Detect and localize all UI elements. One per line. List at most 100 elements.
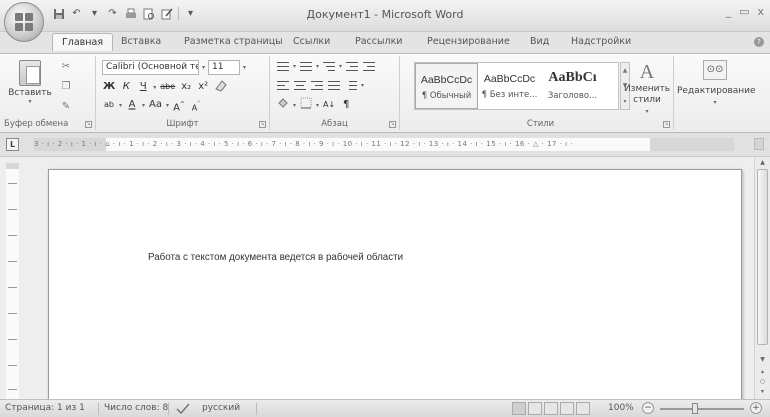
- close-button[interactable]: x: [757, 5, 764, 18]
- paragraph-launcher-icon[interactable]: ↘: [389, 121, 396, 128]
- style-normal[interactable]: AaBbCcDc ¶ Обычный: [415, 63, 478, 109]
- line-spacing-icon[interactable]: [344, 79, 358, 91]
- justify-icon[interactable]: [327, 79, 341, 91]
- change-styles-button[interactable]: A Изменить стили ▾: [622, 60, 672, 117]
- decrease-indent-icon[interactable]: [345, 60, 359, 72]
- editing-dropdown-icon: ▾: [713, 99, 717, 106]
- scroll-up-icon[interactable]: ▲: [757, 158, 768, 167]
- cut-icon[interactable]: ✂: [60, 61, 72, 73]
- highlight-dropdown-icon[interactable]: ▾: [119, 102, 122, 109]
- full-screen-reading-view-icon[interactable]: [528, 402, 542, 415]
- highlight-icon[interactable]: ab: [102, 97, 116, 113]
- proofing-icon[interactable]: [176, 403, 190, 417]
- font-color-dropdown-icon[interactable]: ▾: [142, 102, 145, 109]
- outline-view-icon[interactable]: [560, 402, 574, 415]
- underline-button[interactable]: Ч: [136, 79, 150, 95]
- grow-font-button[interactable]: A^: [172, 97, 186, 113]
- copy-icon[interactable]: ❐: [60, 81, 72, 93]
- help-icon[interactable]: ?: [754, 37, 764, 47]
- sort-icon[interactable]: A↓: [322, 97, 336, 113]
- zoom-slider-thumb[interactable]: [692, 403, 698, 414]
- tab-references[interactable]: Ссылки: [293, 36, 330, 47]
- font-name-combo[interactable]: Calibri (Основной те: [102, 60, 199, 75]
- vertical-ruler[interactable]: [6, 163, 19, 399]
- subscript-button[interactable]: x₂: [179, 79, 193, 95]
- web-layout-view-icon[interactable]: [544, 402, 558, 415]
- strikethrough-button[interactable]: abe: [159, 79, 176, 95]
- zoom-slider-track[interactable]: [660, 408, 744, 410]
- style-heading-name: Заголово...: [547, 91, 598, 101]
- increase-indent-icon[interactable]: [362, 60, 376, 72]
- clear-formatting-icon[interactable]: [213, 79, 229, 95]
- office-button[interactable]: [4, 2, 44, 42]
- status-bar: Страница: 1 из 1 Число слов: 8 русский 1…: [0, 399, 770, 417]
- editing-button[interactable]: ⊙⊙ Редактирование ▾: [677, 60, 756, 108]
- superscript-button[interactable]: x²: [196, 79, 210, 95]
- bold-button[interactable]: Ж: [102, 79, 116, 95]
- vertical-scrollbar[interactable]: ▲ ▼ ▴ ○ ▾: [754, 157, 770, 399]
- shrink-font-button[interactable]: Aˇ: [189, 97, 203, 113]
- styles-launcher-icon[interactable]: ↘: [663, 121, 670, 128]
- paste-dropdown-icon[interactable]: ▾: [8, 98, 52, 105]
- draft-view-icon[interactable]: [576, 402, 590, 415]
- format-painter-icon[interactable]: ✎: [60, 101, 72, 113]
- numbering-icon[interactable]: [299, 60, 313, 72]
- zoom-in-icon[interactable]: +: [750, 402, 762, 414]
- zoom-out-icon[interactable]: −: [642, 402, 654, 414]
- tab-review[interactable]: Рецензирование: [427, 36, 510, 47]
- tab-view[interactable]: Вид: [530, 36, 549, 47]
- maximize-button[interactable]: ▭: [739, 5, 749, 18]
- document-page[interactable]: Работа с текстом документа ведется в раб…: [48, 169, 742, 401]
- borders-dropdown-icon[interactable]: ▾: [316, 102, 319, 109]
- style-heading[interactable]: AaBbCı Заголово...: [541, 63, 604, 109]
- tab-home[interactable]: Главная: [52, 33, 114, 51]
- document-body-text[interactable]: Работа с текстом документа ведется в раб…: [148, 252, 403, 263]
- show-marks-button[interactable]: ¶: [339, 97, 353, 113]
- style-no-spacing[interactable]: AaBbCcDc ¶ Без инте...: [478, 63, 541, 109]
- tab-insert[interactable]: Вставка: [121, 36, 161, 47]
- numbering-dropdown-icon[interactable]: ▾: [316, 63, 319, 70]
- scroll-down-icon[interactable]: ▼: [757, 355, 768, 364]
- tab-mailings[interactable]: Рассылки: [355, 36, 402, 47]
- multilevel-list-icon[interactable]: [322, 60, 336, 72]
- minimize-button[interactable]: _: [726, 5, 732, 18]
- underline-dropdown-icon[interactable]: ▾: [153, 84, 156, 91]
- previous-page-icon[interactable]: ▴: [757, 367, 768, 376]
- zoom-level[interactable]: 100%: [608, 403, 634, 413]
- print-layout-view-icon[interactable]: [512, 402, 526, 415]
- bullets-icon[interactable]: [276, 60, 290, 72]
- font-size-combo[interactable]: 11: [208, 60, 241, 75]
- multilevel-dropdown-icon[interactable]: ▾: [339, 63, 342, 70]
- horizontal-ruler[interactable]: 3 · ı · 2 · ı · 1 · ı · ⌂ · ı · 1 · ı · …: [34, 138, 734, 151]
- font-size-dropdown-icon[interactable]: ▾: [243, 64, 246, 71]
- line-spacing-dropdown-icon[interactable]: ▾: [361, 82, 364, 89]
- shading-dropdown-icon[interactable]: ▾: [293, 102, 296, 109]
- font-name-dropdown-icon[interactable]: ▾: [202, 64, 205, 71]
- select-browse-object-icon[interactable]: ○: [757, 377, 768, 386]
- paragraph-group-label: Абзац: [321, 119, 348, 129]
- italic-button[interactable]: К: [119, 79, 133, 95]
- shading-icon[interactable]: [276, 97, 290, 113]
- tab-addins[interactable]: Надстройки: [571, 36, 631, 47]
- change-case-dropdown-icon[interactable]: ▾: [166, 102, 169, 109]
- word-count[interactable]: Число слов: 8: [104, 403, 168, 413]
- tab-selector[interactable]: L: [6, 138, 19, 151]
- page-count[interactable]: Страница: 1 из 1: [5, 403, 85, 413]
- paste-button[interactable]: Вставить ▾: [8, 60, 52, 108]
- scroll-thumb[interactable]: [757, 169, 768, 345]
- paragraph-row-2: ▾: [276, 79, 364, 91]
- font-row-2: Ж К Ч ▾ abe x₂ x²: [102, 79, 229, 95]
- borders-icon[interactable]: [299, 97, 313, 113]
- change-case-button[interactable]: Aa: [148, 97, 163, 113]
- tab-page-layout[interactable]: Разметка страницы: [184, 36, 283, 47]
- align-right-icon[interactable]: [310, 79, 324, 91]
- font-launcher-icon[interactable]: ↘: [259, 121, 266, 128]
- align-center-icon[interactable]: [293, 79, 307, 91]
- font-color-button[interactable]: A: [125, 97, 139, 113]
- align-left-icon[interactable]: [276, 79, 290, 91]
- next-page-icon[interactable]: ▾: [757, 387, 768, 396]
- view-ruler-icon[interactable]: [754, 138, 764, 150]
- bullets-dropdown-icon[interactable]: ▾: [293, 63, 296, 70]
- language-indicator[interactable]: русский: [202, 403, 240, 413]
- clipboard-launcher-icon[interactable]: ↘: [85, 121, 92, 128]
